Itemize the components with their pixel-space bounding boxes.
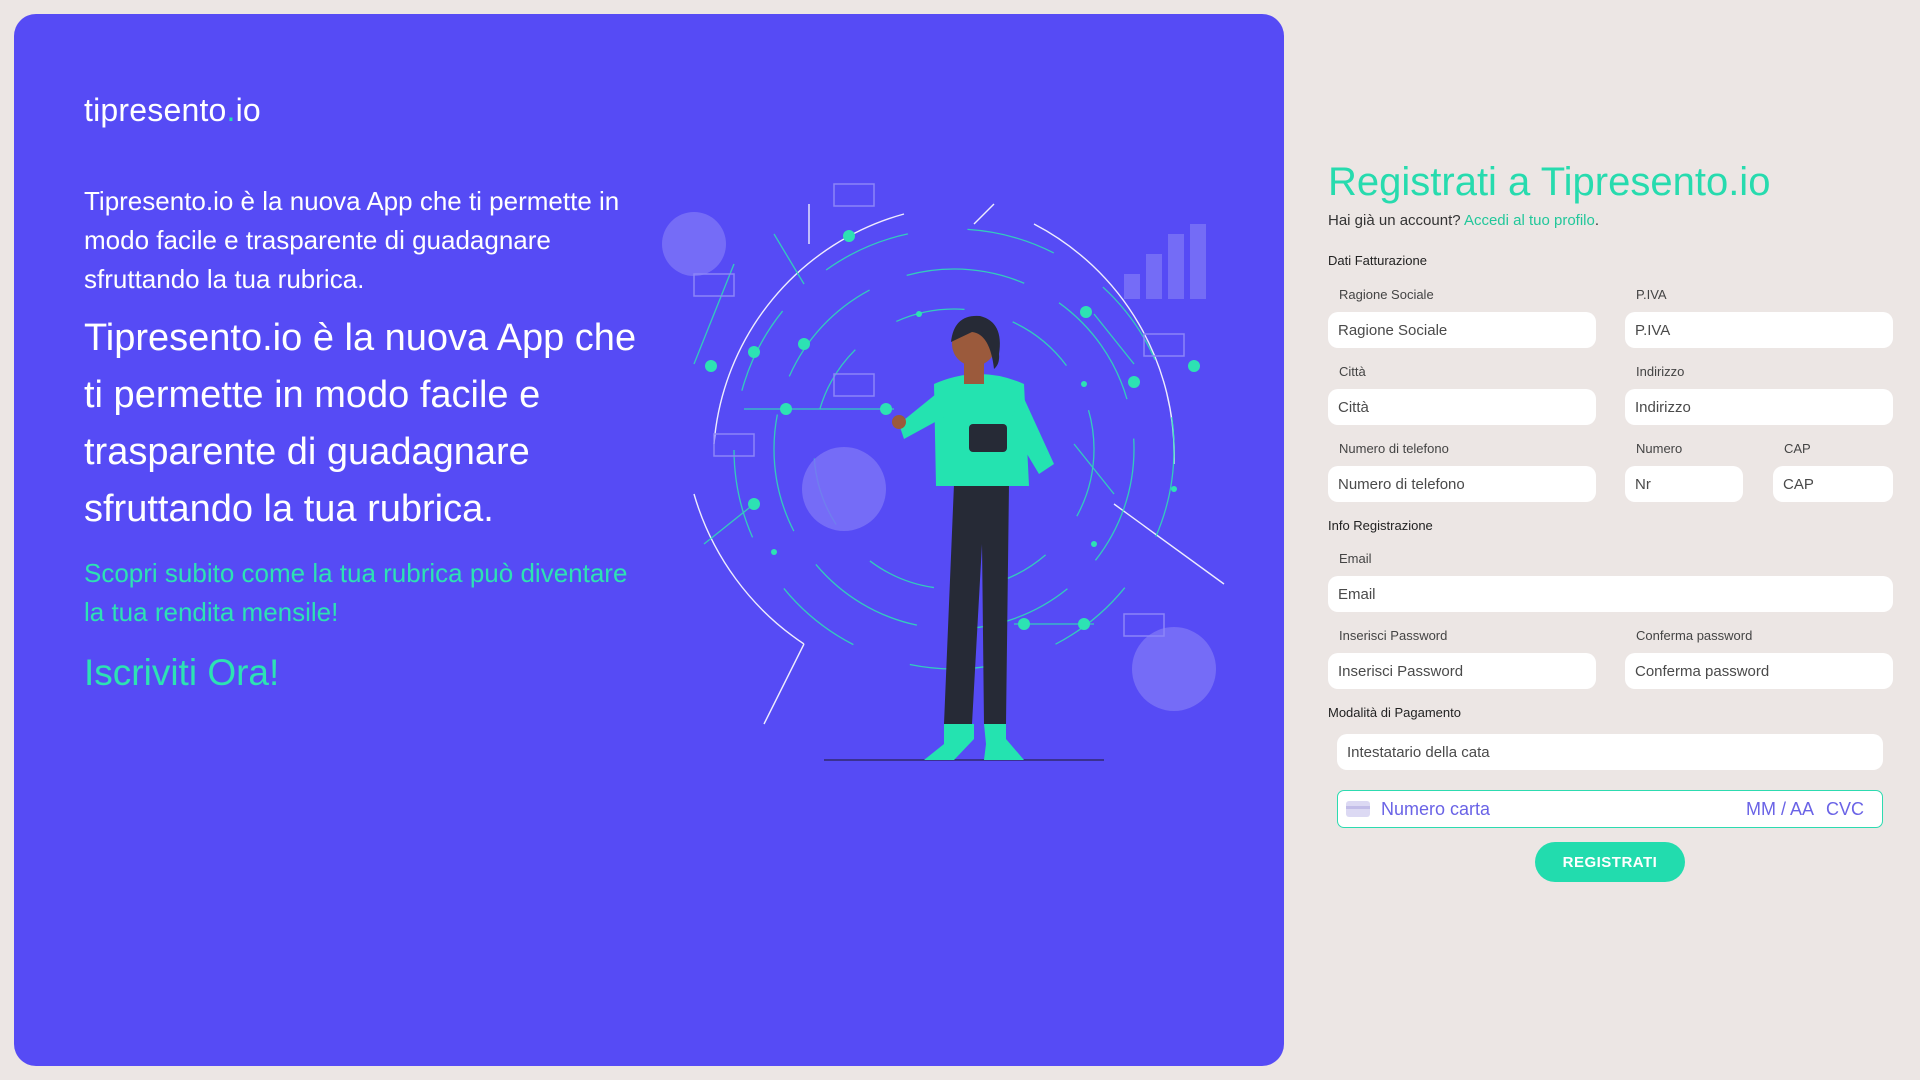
registration-form: Registrati a Tipresento.io Hai già un ac… [1328,0,1920,1080]
have-account-text: Hai già un account? [1328,212,1461,229]
zip-input[interactable] [1773,466,1893,502]
card-expiry-input[interactable]: MM / AA [1746,799,1814,820]
vat-label: P.IVA [1636,287,1667,302]
email-input[interactable] [1328,576,1893,612]
city-input[interactable] [1328,389,1596,425]
cardholder-input[interactable] [1337,734,1883,770]
company-label: Ragione Sociale [1339,287,1434,302]
hero-subtitle: Scopri subito come la tua rubrica può di… [84,558,628,627]
phone-input[interactable] [1328,466,1596,502]
register-button[interactable]: REGISTRATI [1535,842,1685,882]
woman-figure [892,315,1054,760]
password-label: Inserisci Password [1339,628,1448,643]
city-label: Città [1339,364,1366,379]
confirm-password-input[interactable] [1625,653,1893,689]
zip-label: CAP [1784,441,1811,456]
company-input[interactable] [1328,312,1596,348]
network-woman-illustration [662,183,1225,761]
street-number-label: Numero [1636,441,1683,456]
login-link[interactable]: Accedi al tuo profilo [1464,212,1595,229]
card-cvc-input[interactable]: CVC [1826,799,1864,820]
address-label: Indirizzo [1636,364,1685,379]
logo: tipresento.io [84,92,261,128]
card-number-input[interactable]: Numero carta [1381,799,1490,820]
hero-panel: tipresento.io Tipresento.io è la nuova A… [14,14,1284,1066]
form-title: Registrati a Tipresento.io [1328,160,1771,204]
intro-text-large: Tipresento.io è la nuova App che ti perm… [84,317,637,530]
login-suffix: . [1594,212,1600,229]
section-billing: Dati Fatturazione [1328,253,1427,268]
section-payment: Modalità di Pagamento [1328,705,1461,720]
email-label: Email [1339,551,1372,566]
section-registration: Info Registrazione [1328,518,1433,533]
vat-input[interactable] [1625,312,1893,348]
street-number-input[interactable] [1625,466,1743,502]
address-input[interactable] [1625,389,1893,425]
card-input-group[interactable]: Numero carta MM / AA CVC [1337,790,1883,828]
confirm-password-label: Conferma password [1636,628,1753,643]
intro-text-small: Tipresento.io è la nuova App che ti perm… [84,186,620,294]
login-prompt: Hai già un account? Accedi al tuo profil… [1328,212,1599,229]
phone-label: Numero di telefono [1339,441,1449,456]
credit-card-icon [1346,801,1370,817]
password-input[interactable] [1328,653,1596,689]
signup-cta-link[interactable]: Iscriviti Ora! [84,652,279,694]
